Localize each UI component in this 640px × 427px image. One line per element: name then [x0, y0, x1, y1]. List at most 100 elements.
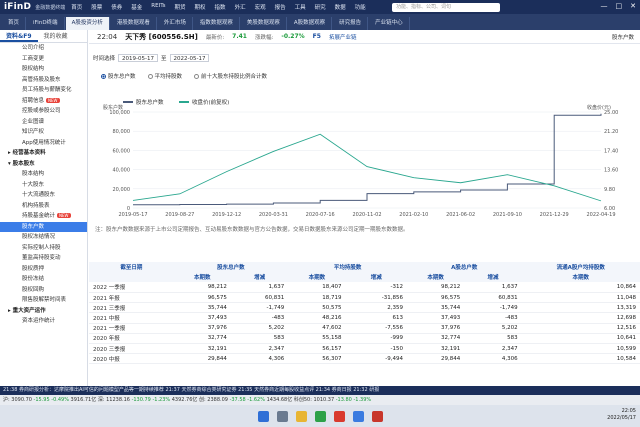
sidebar-item-14[interactable]: 十大流通股东 [0, 190, 87, 201]
sidebar-item-15[interactable]: 机构持股表 [0, 201, 87, 212]
sidebar-item-24[interactable]: 限售股解禁时间表 [0, 295, 87, 306]
sidebar-item-0[interactable]: 公司介绍 [0, 43, 87, 54]
end-date-input[interactable]: 2022-05-17 [169, 54, 210, 62]
sidebar-item-3[interactable]: 高管持股及股东 [0, 75, 87, 86]
industry-chain-link[interactable]: 拓展产业链 [329, 33, 357, 41]
wechat-icon[interactable] [314, 410, 326, 422]
sidebar-item-16[interactable]: 持股基金统计 NEW [0, 211, 87, 222]
sidebar-item-26[interactable]: 资本运作统计 [0, 316, 87, 327]
table-row[interactable]: 2021 三季报 35,744 -1,749 50,575 2,359 35,744 -1,… [89, 302, 640, 314]
menu-item-1[interactable]: 股票 [91, 3, 102, 11]
menu-item-4[interactable]: REITs [151, 3, 165, 11]
sidebar-item-12[interactable]: 股本结构 [0, 169, 87, 180]
option-2[interactable]: 前十大股东持股比例合计数 [194, 72, 267, 80]
minimize-icon[interactable]: — [601, 2, 608, 10]
table-row[interactable]: 2022 一季报 98,212 1,637 18,407 -312 98,212 1,637… [89, 282, 640, 294]
option-0[interactable]: 股东总户数 [101, 72, 136, 80]
new-badge: NEW [57, 213, 71, 218]
table-cell: 1,637 [230, 282, 289, 294]
table-cell: 12,516 [521, 323, 640, 334]
maximize-icon[interactable]: □ [616, 2, 623, 10]
table-subheader-4: 增减 [345, 272, 407, 283]
sidebar-item-8[interactable]: 知识产权 [0, 127, 87, 138]
table-row[interactable]: 2021 一季报 37,976 5,202 47,602 -7,556 37,976 5,2… [89, 323, 640, 334]
sidebar-item-6[interactable]: 控股或参股公司 [0, 106, 87, 117]
browser-icon[interactable] [352, 410, 364, 422]
table-cell: 47,602 [288, 323, 346, 334]
tab-8[interactable]: 研究报告 [333, 17, 369, 30]
tab-6[interactable]: 美股数据观察 [241, 17, 287, 30]
table-row[interactable]: 2020 年报 32,774 583 55,158 -999 32,774 583 10,64… [89, 333, 640, 345]
radio-icon [147, 73, 153, 79]
status-item-10: -1.62% [247, 397, 267, 403]
sidebar-item-23[interactable]: 股权回购 [0, 285, 87, 296]
tab-1[interactable]: iFinD终端 [27, 17, 65, 30]
option-label: 平均持股数 [154, 74, 183, 80]
table-row[interactable]: 2021 中报 37,493 -483 48,216 613 37,493 -483 12,6… [89, 312, 640, 324]
sidebar-item-17[interactable]: 股东户数 [0, 221, 87, 232]
close-icon[interactable]: ✕ [630, 2, 636, 10]
menu-item-8[interactable]: 外汇 [235, 3, 246, 11]
sidebar-tab-0[interactable]: 资料&F9 [0, 30, 38, 42]
table-header-3: 平均持股数 [288, 262, 407, 273]
sidebar-item-19[interactable]: 实际控制人持股 [0, 243, 87, 254]
sidebar-item-13[interactable]: 十大股东 [0, 180, 87, 191]
stock-name[interactable]: 天下秀 [600556.SH] [125, 32, 198, 42]
tab-3[interactable]: 港股数据观看 [111, 17, 157, 30]
price-value: 7.41 [232, 33, 247, 40]
sidebar-item-18[interactable]: 股权冻结情况 [0, 232, 87, 243]
f5-button[interactable]: F5 [313, 33, 321, 40]
sidebar-item-10[interactable]: ▸ 经营基本资料 [0, 148, 87, 159]
menu-item-0[interactable]: 首页 [71, 3, 82, 11]
menu-item-7[interactable]: 指数 [215, 3, 226, 11]
x-tick-6: 2021-02-10 [399, 212, 428, 218]
sidebar-item-5[interactable]: 招聘信息 NEW [0, 96, 87, 107]
menu-item-6[interactable]: 期权 [195, 3, 206, 11]
sidebar-item-2[interactable]: 股权结构 [0, 64, 87, 75]
sidebar-tab-1[interactable]: 我的收藏 [38, 30, 74, 42]
menu-item-5[interactable]: 期货 [175, 3, 186, 11]
news-ticker[interactable]: 21:38 券商研报分析：达摩院推出AI可信的问题模型产品等一期持续推荐 21:… [0, 386, 640, 395]
y-right-tick-3: 13.60 [604, 168, 618, 174]
search-icon[interactable] [276, 410, 288, 422]
tab-5[interactable]: 指数数据观察 [194, 17, 240, 30]
sidebar-item-11[interactable]: ▾ 股本股东 [0, 159, 87, 170]
date-to-label: 至 [160, 56, 167, 62]
menu-item-11[interactable]: 工具 [295, 3, 306, 11]
tab-9[interactable]: 产业链中心 [369, 17, 410, 30]
windows-start-icon[interactable] [257, 410, 269, 422]
ifind-app-icon[interactable] [333, 410, 345, 422]
menu-item-9[interactable]: 宏观 [255, 3, 266, 11]
sidebar-item-4[interactable]: 员工持股与薪酬变化 [0, 85, 87, 96]
sidebar-item-9[interactable]: App使用情况统计 [0, 138, 87, 149]
menu-item-13[interactable]: 数据 [335, 3, 346, 11]
sidebar-item-1[interactable]: 工商变更 [0, 54, 87, 65]
tab-7[interactable]: A股数据观察 [288, 17, 333, 30]
sidebar-item-21[interactable]: 股权质押 [0, 264, 87, 275]
menu-item-12[interactable]: 研究 [315, 3, 326, 11]
start-date-input[interactable]: 2019-05-17 [118, 54, 158, 62]
option-1[interactable]: 平均持股数 [147, 72, 183, 80]
x-tick-8: 2021-09-10 [493, 212, 522, 218]
table-row[interactable]: 2020 中报 29,844 4,306 56,307 -9,494 29,844 4,30… [89, 353, 640, 365]
sidebar-item-20[interactable]: 董监高持股变动 [0, 253, 87, 264]
tab-4[interactable]: 外汇市场 [158, 17, 193, 30]
table-row[interactable]: 2020 三季报 32,191 2,347 56,157 -150 32,191 2,347… [89, 343, 640, 355]
folder-icon[interactable] [295, 410, 307, 422]
office-icon[interactable] [371, 410, 383, 422]
menu-item-2[interactable]: 债券 [111, 3, 122, 11]
table-header-0: 截至日期 [89, 262, 174, 273]
table-cell: 2,359 [345, 302, 407, 314]
sidebar-item-22[interactable]: 股份冻结 [0, 274, 87, 285]
sidebar-item-7[interactable]: 企业图谱 [0, 117, 87, 128]
menu-item-3[interactable]: 基金 [131, 3, 142, 11]
table-row[interactable]: 2021 年报 96,575 60,831 18,719 -31,856 96,575 60… [89, 292, 640, 304]
tab-0[interactable]: 首页 [2, 17, 27, 30]
sidebar-item-25[interactable]: ▸ 重大资产运作 [0, 306, 87, 317]
menu-item-14[interactable]: 功能 [355, 3, 366, 11]
search-input[interactable]: 功能、指标、公司、词句 [392, 3, 500, 12]
change-label: 涨跌幅: [254, 34, 274, 41]
menu-item-10[interactable]: 报告 [275, 3, 286, 11]
status-item-11: 1434.68亿 [266, 397, 294, 403]
tab-2[interactable]: A股投资分析 [65, 17, 110, 30]
